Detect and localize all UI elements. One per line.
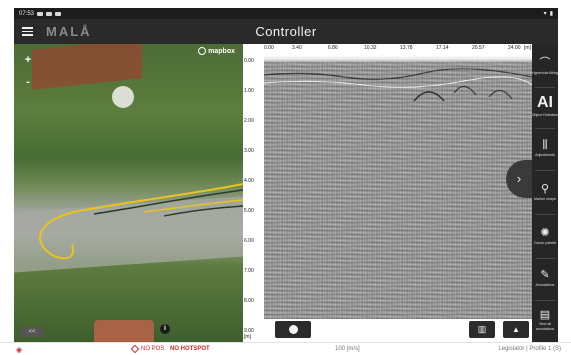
tool-sidebar: ⌒ Hyperbola fitting AI Object Detection … (532, 44, 558, 342)
distance-tick-label: 20.57 (472, 45, 485, 51)
gps-text: NO POS (141, 346, 165, 352)
attribution-text: mapbox (208, 47, 235, 55)
depth-tick-label: 0.00 (244, 58, 254, 64)
annotations-button[interactable]: ✎ Annotations (532, 256, 558, 300)
depth-tick-label: 5.00 (244, 208, 254, 214)
view-all-annotations-button[interactable]: ▤ View all annotations (532, 298, 558, 342)
distance-axis: [m] 0.00 3.40 6.86 10.32 13.78 17.14 20.57 24.0… (264, 44, 532, 53)
sidebar-item-label: Marker shape (534, 196, 556, 201)
distance-tick-label: 24.00 (508, 45, 521, 51)
battery-icon: ▮ (549, 11, 553, 17)
hotspot-status: NO HOTSPOT (170, 346, 210, 352)
speed-readout: 100 [m/s] (335, 346, 360, 352)
distance-tick-label: 0.00 (264, 45, 274, 51)
profile-readout: Legislator | Profile 1 (S) (498, 346, 561, 352)
depth-tick-label: 4.00 (244, 178, 254, 184)
app-frame: 07:53 ▾ ▮ MALÅ Controller + - mapbox i <… (0, 0, 571, 355)
survey-track (39, 183, 243, 260)
distance-tick-label: 17.14 (436, 45, 449, 51)
radargram-controls: ▥ ▲ (264, 319, 532, 342)
sidebar-item-label: Colour palette (533, 240, 557, 245)
wifi-icon: ▾ (543, 11, 547, 17)
page-title: Controller (255, 24, 317, 39)
distance-tick-label: 13.78 (400, 45, 413, 51)
document-icon: ▤ (539, 309, 551, 321)
gps-icon (130, 344, 140, 354)
distance-unit: [m] (524, 45, 531, 51)
record-icon (288, 325, 298, 334)
radargram-reflections (264, 68, 532, 102)
clock: 07:53 (19, 10, 35, 17)
palette-icon: ✺ (540, 226, 550, 239)
map-view[interactable]: + - mapbox i << (14, 44, 243, 342)
map-info-button[interactable]: i (160, 324, 170, 334)
settings-sliders-icon: ⫼ (542, 138, 548, 151)
record-button[interactable] (275, 321, 311, 338)
marker-icon: ⚲ (540, 182, 550, 195)
cloud-icon (37, 11, 44, 16)
distance-tick-label: 6.86 (328, 45, 338, 51)
distance-tick-label: 10.32 (364, 45, 377, 51)
signal-icon: ◉ (16, 347, 23, 354)
zoom-in-button[interactable]: + (22, 54, 34, 66)
gps-status: NO POS (130, 344, 165, 354)
sidebar-item-label: View all annotations (535, 322, 555, 331)
depth-tick-label: 6.00 (244, 238, 254, 244)
depth-tick-label: 2.00 (244, 118, 254, 124)
menu-icon[interactable] (14, 19, 40, 44)
brand-logo: MALÅ (46, 24, 92, 39)
sidebar-item-label: Hyperbola fitting (532, 70, 558, 75)
map-icon: ▥ (477, 324, 487, 334)
hyperbola-fitting-button[interactable]: ⌒ Hyperbola fitting (532, 44, 558, 88)
scroll-up-button[interactable]: ▲ (503, 321, 529, 338)
sidebar-item-label: Adjustments (535, 152, 555, 157)
mapbox-attribution: mapbox (198, 47, 235, 55)
sidebar-item-label: Object Detection (531, 113, 559, 118)
system-status-bar: 07:53 ▾ ▮ (14, 8, 558, 19)
distance-tick-label: 3.40 (292, 45, 302, 51)
object-detection-button[interactable]: AI Object Detection (531, 84, 559, 128)
image-icon (46, 11, 53, 16)
app-header: MALÅ Controller (14, 19, 558, 44)
bottom-status-bar: ◉ NO POS NO HOTSPOT 100 [m/s] Legislator… (0, 342, 571, 355)
annotation-icon: ✎ (540, 268, 550, 281)
depth-tick-label: 8.00 (244, 298, 254, 304)
depth-tick-label: 7.00 (244, 268, 254, 274)
hyperbola-icon: ⌒ (539, 56, 551, 69)
map-collapse-button[interactable]: << (20, 327, 44, 337)
notification-icon (55, 11, 62, 16)
colour-palette-button[interactable]: ✺ Colour palette (532, 214, 558, 258)
sidebar-item-label: Annotations (535, 282, 555, 287)
radargram-view[interactable] (264, 53, 532, 319)
depth-axis: [m] 0.00 1.00 2.00 3.00 4.00 5.00 6.00 7.00 8.00… (243, 44, 264, 342)
zoom-out-button[interactable]: - (22, 76, 34, 88)
depth-unit: [m] (244, 334, 251, 340)
map-toggle-button[interactable]: ▥ (469, 321, 495, 338)
depth-tick-label: 1.00 (244, 88, 254, 94)
adjustments-button[interactable]: ⫼ Adjustments (532, 126, 558, 170)
depth-tick-label: 3.00 (244, 148, 254, 154)
marker-shape-button[interactable]: ⚲ Marker shape (532, 170, 558, 214)
depth-tick-label: 9.00 (244, 328, 254, 334)
mapbox-logo-icon (198, 47, 207, 55)
ai-icon: AI (537, 94, 553, 112)
